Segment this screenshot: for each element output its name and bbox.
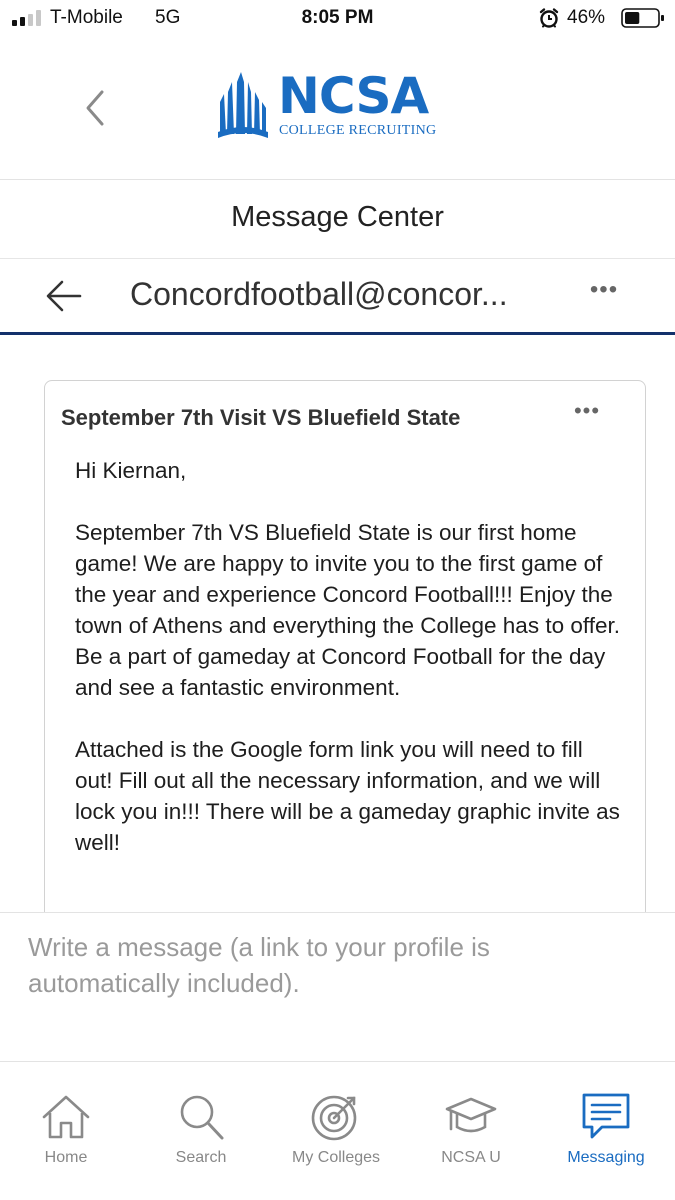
nav-label-search: Search [175, 1149, 227, 1166]
nav-label-ncsa-u: NCSA U [441, 1149, 501, 1166]
nav-label-home: Home [44, 1149, 88, 1166]
message-greeting: Hi Kiernan, [75, 458, 187, 483]
conversation-more-options-icon[interactable]: ••• [588, 278, 620, 310]
logo-subtitle: COLLEGE RECRUITING [279, 123, 437, 138]
page-title-bar: Message Center [0, 181, 675, 259]
nav-item-ncsa-u[interactable]: NCSA U [411, 1091, 531, 1181]
bottom-navigation: Home Search My Colleges NCSA U Messaging [0, 1063, 675, 1200]
message-compose-input[interactable] [28, 929, 648, 1029]
battery-icon [621, 8, 664, 28]
nav-label-my-colleges: My Colleges [291, 1149, 381, 1166]
chat-icon [582, 1093, 630, 1139]
ncsa-logo: NCSA COLLEGE RECRUITING [218, 67, 458, 144]
status-bar: T-Mobile 5G 8:05 PM 46% [0, 0, 675, 40]
message-card: September 7th Visit VS Bluefield State •… [44, 380, 646, 940]
alarm-clock-icon [539, 8, 559, 28]
message-paragraph: September 7th VS Bluefield State is our … [75, 520, 620, 700]
message-body: Hi Kiernan, September 7th VS Bluefield S… [75, 455, 620, 889]
compose-area [0, 912, 675, 1062]
message-subject: September 7th Visit VS Bluefield State [61, 405, 461, 430]
home-icon [42, 1095, 90, 1139]
nav-item-my-colleges[interactable]: My Colleges [276, 1091, 396, 1181]
app-header: NCSA COLLEGE RECRUITING [0, 40, 675, 180]
nav-item-messaging[interactable]: Messaging [546, 1091, 666, 1181]
nav-item-home[interactable]: Home [6, 1091, 126, 1181]
back-chevron-icon[interactable] [80, 88, 110, 128]
nav-label-messaging: Messaging [567, 1149, 645, 1166]
target-icon [311, 1095, 357, 1141]
ncsa-logo-mark-icon [218, 72, 268, 138]
logo-wordmark: NCSA [278, 67, 429, 125]
message-more-options-icon[interactable]: ••• [569, 400, 605, 429]
search-icon [180, 1095, 224, 1140]
message-paragraph: Attached is the Google form link you wil… [75, 737, 620, 855]
battery-percentage: 46% [567, 7, 606, 28]
back-arrow-icon[interactable] [44, 278, 84, 314]
conversation-title: Concordfootball@concor... [130, 276, 508, 312]
graduation-cap-icon [445, 1097, 497, 1133]
page-title: Message Center [231, 201, 444, 233]
nav-item-search[interactable]: Search [141, 1091, 261, 1181]
conversation-header: Concordfootball@concor... ••• [0, 260, 675, 335]
